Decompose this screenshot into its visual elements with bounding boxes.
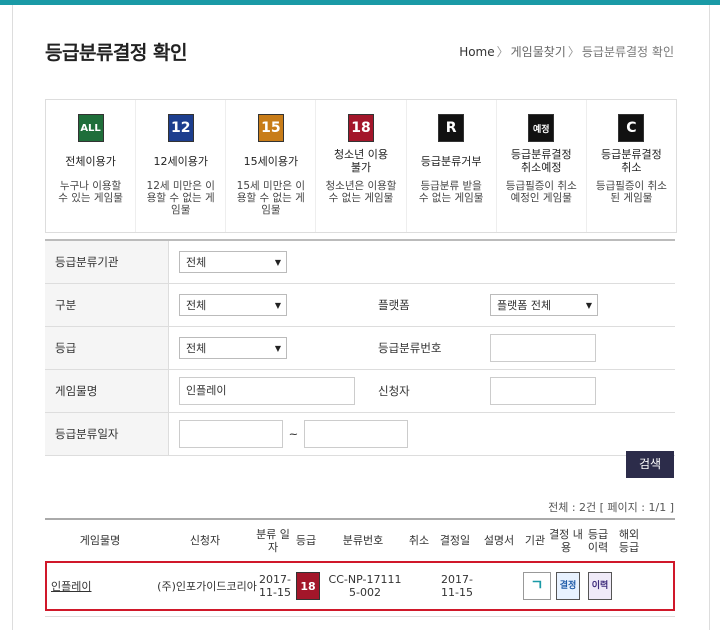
rating-name: 청소년 이용불가 — [333, 148, 389, 174]
breadcrumb: Home 〉 게임물찾기 〉 등급분류결정 확인 — [459, 43, 674, 60]
breadcrumb-current: 등급분류결정 확인 — [581, 45, 674, 59]
rating-desc: 청소년은 이용할 수 없는 게임물 — [325, 180, 397, 204]
rating-18-icon: 18 — [347, 114, 374, 142]
game-link[interactable]: 인플레이 — [47, 580, 157, 593]
header-decision-date: 결정일 — [439, 534, 471, 547]
rating-name: 전체이용가 — [65, 154, 116, 168]
agency-logo-icon[interactable]: ㄱ — [523, 572, 551, 600]
rating-name: 등급분류거부 — [420, 154, 482, 168]
agency-select[interactable]: 전체 ▼ — [179, 251, 287, 273]
date-to-input[interactable] — [303, 420, 408, 448]
chevron-down-icon: ▼ — [274, 258, 281, 267]
rating-15-icon: 15 — [257, 114, 284, 142]
number-label: 등급분류번호 — [366, 326, 489, 370]
row-date: 2017-11-15 — [259, 573, 291, 599]
chevron-down-icon: ▼ — [274, 301, 281, 310]
date-label: 등급분류일자 — [45, 412, 169, 456]
division-label: 구분 — [45, 283, 169, 327]
game-name-label: 게임물명 — [45, 369, 169, 413]
rating-name: 15세이용가 — [243, 154, 299, 168]
game-name-input[interactable]: 인플레이 — [179, 377, 355, 405]
decision-document-icon[interactable]: 결정 — [556, 572, 580, 600]
rating-all: ALL 전체이용가 누구나 이용할 수 있는 게임물 — [46, 100, 137, 232]
header-applicant: 신청자 — [189, 534, 221, 547]
rating-desc: 등급분류 받을 수 없는 게임물 — [418, 180, 484, 204]
breadcrumb-home[interactable]: Home — [459, 45, 494, 59]
row-agency: ㄱ — [523, 572, 551, 600]
number-input[interactable] — [490, 334, 596, 362]
rating-cancelled: C 등급분류결정 취소 등급필증이 취소된 게임물 — [587, 100, 676, 232]
row-decision-date: 2017-11-15 — [441, 573, 473, 599]
rating-desc: 12세 미만은 이용할 수 없는 게임물 — [146, 180, 215, 216]
header-date: 분류 일자 — [256, 527, 290, 554]
history-document-icon[interactable]: 이력 — [588, 572, 612, 600]
applicant-label: 신청자 — [366, 369, 489, 413]
date-range-tilde: ~ — [288, 426, 299, 441]
applicant-input[interactable] — [490, 377, 596, 405]
row-grade: 18 — [293, 572, 323, 600]
rating-refused-icon: R — [438, 114, 465, 142]
grade-select[interactable]: 전체 ▼ — [179, 337, 287, 359]
header-history: 등급 이력 — [587, 527, 609, 554]
header-number: 분류번호 — [342, 534, 384, 547]
table-row: 인플레이 (주)인포가이드코리아 2017-11-15 18 CC-NP-171… — [45, 561, 675, 611]
chevron-down-icon: ▼ — [274, 344, 281, 353]
result-table-header: 게임물명 신청자 분류 일자 등급 분류번호 취소 결정일 설명서 기관 결정 … — [45, 518, 675, 562]
breadcrumb-separator: 〉 — [567, 45, 580, 59]
rating-cancel-pending: 예정 등급분류결정 취소예정 등급필증이 취소예정인 게임물 — [497, 100, 587, 232]
search-button[interactable]: 검색 — [626, 451, 674, 478]
row-decision: 결정 — [551, 572, 585, 600]
page-title: 등급분류결정 확인 — [45, 42, 187, 64]
rating-name: 등급분류결정 취소 — [601, 148, 662, 174]
date-from-input[interactable] — [179, 420, 283, 448]
header-decision: 결정 내용 — [549, 527, 583, 554]
header-overseas: 해외 등급 — [618, 527, 640, 554]
rating-cancelled-icon: C — [618, 114, 645, 142]
rating-15: 15 15세이용가 15세 미만은 이용할 수 없는 게임물 — [226, 100, 317, 232]
division-select[interactable]: 전체 ▼ — [179, 294, 287, 316]
chevron-down-icon: ▼ — [585, 301, 592, 310]
table-bottom-border — [45, 616, 675, 617]
result-count: 전체 : 2건 [ 페이지 : 1/1 ] — [548, 501, 674, 514]
agency-select-value: 전체 — [186, 256, 207, 269]
rating-18-icon: 18 — [296, 572, 320, 600]
rating-12: 12 12세이용가 12세 미만은 이용할 수 없는 게임물 — [136, 100, 227, 232]
platform-label: 플랫폼 — [366, 283, 489, 327]
header-cancel: 취소 — [408, 534, 430, 547]
rating-desc: 15세 미만은 이용할 수 없는 게임물 — [236, 180, 306, 216]
agency-label: 등급분류기관 — [45, 240, 169, 284]
rating-12-icon: 12 — [167, 114, 194, 142]
grade-select-value: 전체 — [186, 342, 207, 355]
rating-desc: 등급필증이 취소된 게임물 — [595, 180, 667, 204]
breadcrumb-game-search[interactable]: 게임물찾기 — [511, 45, 566, 59]
rating-desc: 누구나 이용할 수 있는 게임물 — [58, 180, 123, 204]
row-history: 이력 — [585, 572, 615, 600]
rating-legend: ALL 전체이용가 누구나 이용할 수 있는 게임물 12 12세이용가 12세… — [45, 99, 677, 233]
grade-label: 등급 — [45, 326, 169, 370]
rating-all-icon: ALL — [77, 114, 104, 142]
rating-18: 18 청소년 이용불가 청소년은 이용할 수 없는 게임물 — [316, 100, 407, 232]
rating-refused: R 등급분류거부 등급분류 받을 수 없는 게임물 — [407, 100, 497, 232]
row-applicant: (주)인포가이드코리아 — [157, 579, 257, 593]
header-grade: 등급 — [295, 534, 317, 547]
platform-select-value: 플랫폼 전체 — [497, 299, 552, 312]
rating-name: 12세이용가 — [153, 154, 208, 168]
breadcrumb-separator: 〉 — [496, 45, 509, 59]
header-game: 게임물명 — [79, 534, 121, 547]
rating-desc: 등급필증이 취소예정인 게임물 — [505, 180, 577, 204]
search-form: 등급분류기관 전체 ▼ 구분 전체 ▼ 플랫폼 플랫폼 전체 ▼ 등급 전체 ▼ 등급분… — [45, 239, 675, 456]
header-manual: 설명서 — [483, 534, 515, 547]
header-agency: 기관 — [524, 534, 546, 547]
division-select-value: 전체 — [186, 299, 207, 312]
rating-name: 등급분류결정 취소예정 — [510, 148, 572, 174]
platform-select[interactable]: 플랫폼 전체 ▼ — [490, 294, 598, 316]
row-number: CC-NP-171115-002 — [328, 573, 402, 599]
rating-cancel-pending-icon: 예정 — [528, 114, 555, 142]
